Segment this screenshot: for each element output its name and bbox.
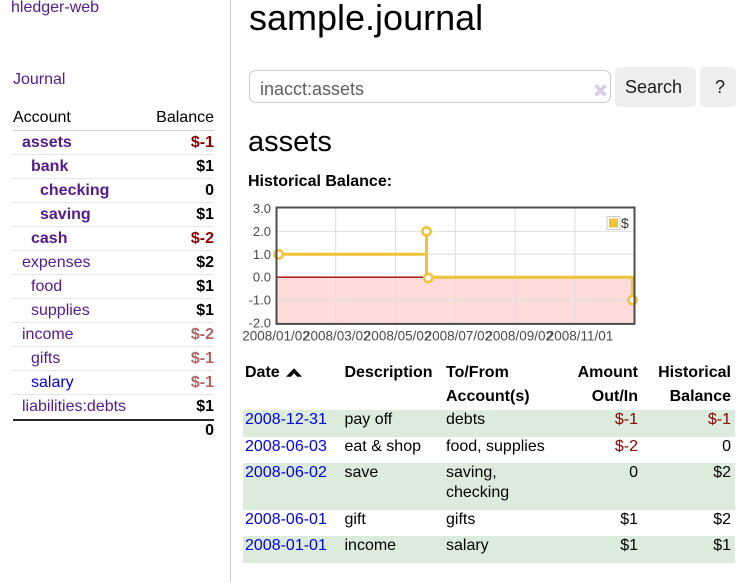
svg-text:1.0: 1.0 — [253, 247, 271, 262]
svg-text:2008/11/01: 2008/11/01 — [547, 329, 614, 344]
svg-text:$: $ — [621, 215, 629, 231]
svg-text:2008/07/02: 2008/07/02 — [425, 329, 493, 344]
svg-text:-1.0: -1.0 — [249, 293, 271, 308]
svg-text:2008/05/02: 2008/05/02 — [364, 329, 432, 344]
svg-text:2008/09/02: 2008/09/02 — [485, 329, 553, 344]
svg-text:2.0: 2.0 — [253, 224, 271, 239]
svg-text:3.0: 3.0 — [253, 201, 271, 216]
svg-text:2008/03/02: 2008/03/02 — [303, 329, 371, 344]
svg-text:2008/01/02: 2008/01/02 — [242, 329, 310, 344]
svg-text:0.0: 0.0 — [253, 270, 271, 285]
